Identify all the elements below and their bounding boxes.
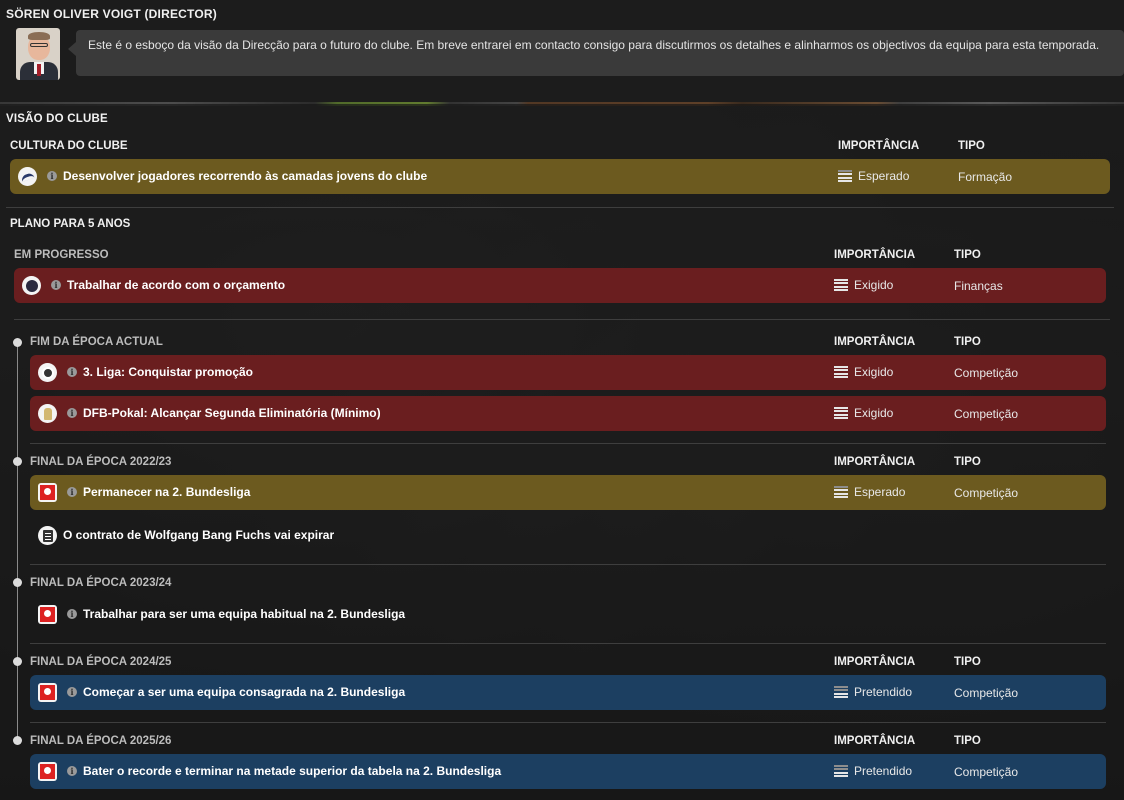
importance-value: Esperado (838, 169, 909, 183)
director-message: Este é o esboço da visão da Direcção par… (68, 30, 1124, 76)
club-vision-panel: VISÃO DO CLUBE CULTURA DO CLUBE IMPORTÂN… (0, 104, 1124, 800)
season-2022-23-title: FINAL DA ÉPOCA 2022/23 (30, 456, 172, 468)
club-swoosh-icon (18, 167, 37, 186)
column-type: TIPO (954, 735, 981, 747)
in-progress-title: EM PROGRESSO (14, 249, 109, 261)
contract-expiry-row[interactable]: O contrato de Wolfgang Bang Fuchs vai ex… (30, 518, 1106, 553)
info-icon[interactable]: i (67, 766, 77, 776)
divider (30, 564, 1106, 565)
importance-bars-icon (834, 279, 848, 291)
importance-bars-icon (834, 366, 848, 378)
type-value: Competição (954, 366, 1019, 380)
column-importance: IMPORTÂNCIA (834, 656, 916, 668)
season-2024-25-title: FINAL DA ÉPOCA 2024/25 (30, 656, 172, 668)
bundesliga2-icon (38, 605, 57, 624)
contract-document-icon (38, 526, 57, 545)
timeline-dot (13, 338, 22, 347)
divider (30, 722, 1106, 723)
season-end-objective-row[interactable]: i DFB-Pokal: Alcançar Segunda Eliminatór… (30, 396, 1106, 431)
season-2022-23-objective-row[interactable]: i Permanecer na 2. Bundesliga Esperado C… (30, 475, 1106, 510)
column-importance: IMPORTÂNCIA (834, 249, 916, 261)
column-importance: IMPORTÂNCIA (834, 336, 916, 348)
objective-label: Trabalhar para ser uma equipa habitual n… (83, 607, 406, 621)
bundesliga2-icon (38, 762, 57, 781)
importance-bars-icon (834, 486, 848, 498)
timeline-dot (13, 736, 22, 745)
objective-label: Trabalhar de acordo com o orçamento (67, 278, 286, 292)
dfb-pokal-cup-icon (38, 404, 57, 423)
director-avatar[interactable] (16, 28, 60, 80)
culture-title: CULTURA DO CLUBE (10, 140, 128, 152)
director-header: SÖREN OLIVER VOIGT (DIRECTOR) Este é o e… (0, 0, 1124, 102)
season-end-title: FIM DA ÉPOCA ACTUAL (30, 336, 163, 348)
season-2023-24-objective-row[interactable]: i Trabalhar para ser uma equipa habitual… (30, 597, 1106, 632)
season-2025-26-objective-row[interactable]: i Bater o recorde e terminar na metade s… (30, 754, 1106, 789)
info-icon[interactable]: i (67, 408, 77, 418)
info-icon[interactable]: i (47, 171, 57, 181)
season-2025-26-title: FINAL DA ÉPOCA 2025/26 (30, 735, 172, 747)
divider (6, 207, 1114, 208)
bundesliga2-icon (38, 483, 57, 502)
info-icon[interactable]: i (67, 609, 77, 619)
importance-value: Exigido (834, 365, 893, 379)
objective-label: Bater o recorde e terminar na metade sup… (83, 764, 502, 778)
importance-value: Esperado (834, 485, 905, 499)
divider (30, 443, 1106, 444)
objective-label: Permanecer na 2. Bundesliga (83, 485, 251, 499)
column-type: TIPO (954, 336, 981, 348)
type-value: Competição (954, 486, 1019, 500)
objective-label: Desenvolver jogadores recorrendo às cama… (63, 169, 428, 183)
in-progress-objective-row[interactable]: i Trabalhar de acordo com o orçamento Ex… (14, 268, 1106, 303)
liga3-ball-icon (38, 363, 57, 382)
timeline-dot (13, 457, 22, 466)
importance-value: Pretendido (834, 764, 912, 778)
type-value: Competição (954, 765, 1019, 779)
divider (14, 319, 1110, 320)
objective-label: Começar a ser uma equipa consagrada na 2… (83, 685, 406, 699)
type-value: Competição (954, 407, 1019, 421)
importance-value: Exigido (834, 406, 893, 420)
column-type: TIPO (954, 456, 981, 468)
importance-value: Exigido (834, 278, 893, 292)
bundesliga2-icon (38, 683, 57, 702)
importance-bars-icon (834, 765, 848, 777)
type-value: Formação (958, 170, 1013, 184)
season-2023-24-title: FINAL DA ÉPOCA 2023/24 (30, 577, 172, 589)
type-value: Competição (954, 686, 1019, 700)
importance-bars-icon (834, 686, 848, 698)
info-icon[interactable]: i (67, 687, 77, 697)
column-type: TIPO (954, 656, 981, 668)
column-type: TIPO (958, 140, 985, 152)
season-2024-25-objective-row[interactable]: i Começar a ser uma equipa consagrada na… (30, 675, 1106, 710)
column-importance: IMPORTÂNCIA (834, 735, 916, 747)
director-name: SÖREN OLIVER VOIGT (DIRECTOR) (6, 7, 217, 21)
importance-bars-icon (834, 407, 848, 419)
season-end-objective-row[interactable]: i 3. Liga: Conquistar promoção Exigido C… (30, 355, 1106, 390)
info-icon[interactable]: i (51, 280, 61, 290)
column-type: TIPO (954, 249, 981, 261)
finance-badge-icon (22, 276, 41, 295)
divider (30, 643, 1106, 644)
column-importance: IMPORTÂNCIA (834, 456, 916, 468)
objective-label: DFB-Pokal: Alcançar Segunda Eliminatória… (83, 406, 381, 420)
objective-label: O contrato de Wolfgang Bang Fuchs vai ex… (63, 528, 335, 542)
type-value: Finanças (954, 279, 1003, 293)
column-importance: IMPORTÂNCIA (838, 140, 920, 152)
timeline-dot (13, 578, 22, 587)
importance-value: Pretendido (834, 685, 912, 699)
section-title-club-vision: VISÃO DO CLUBE (6, 113, 108, 125)
importance-bars-icon (838, 170, 852, 182)
culture-objective-row[interactable]: i Desenvolver jogadores recorrendo às ca… (10, 159, 1110, 194)
objective-label: 3. Liga: Conquistar promoção (83, 365, 254, 379)
info-icon[interactable]: i (67, 367, 77, 377)
info-icon[interactable]: i (67, 487, 77, 497)
timeline-line (17, 342, 18, 740)
timeline-dot (13, 657, 22, 666)
plan-title: PLANO PARA 5 ANOS (10, 218, 131, 230)
